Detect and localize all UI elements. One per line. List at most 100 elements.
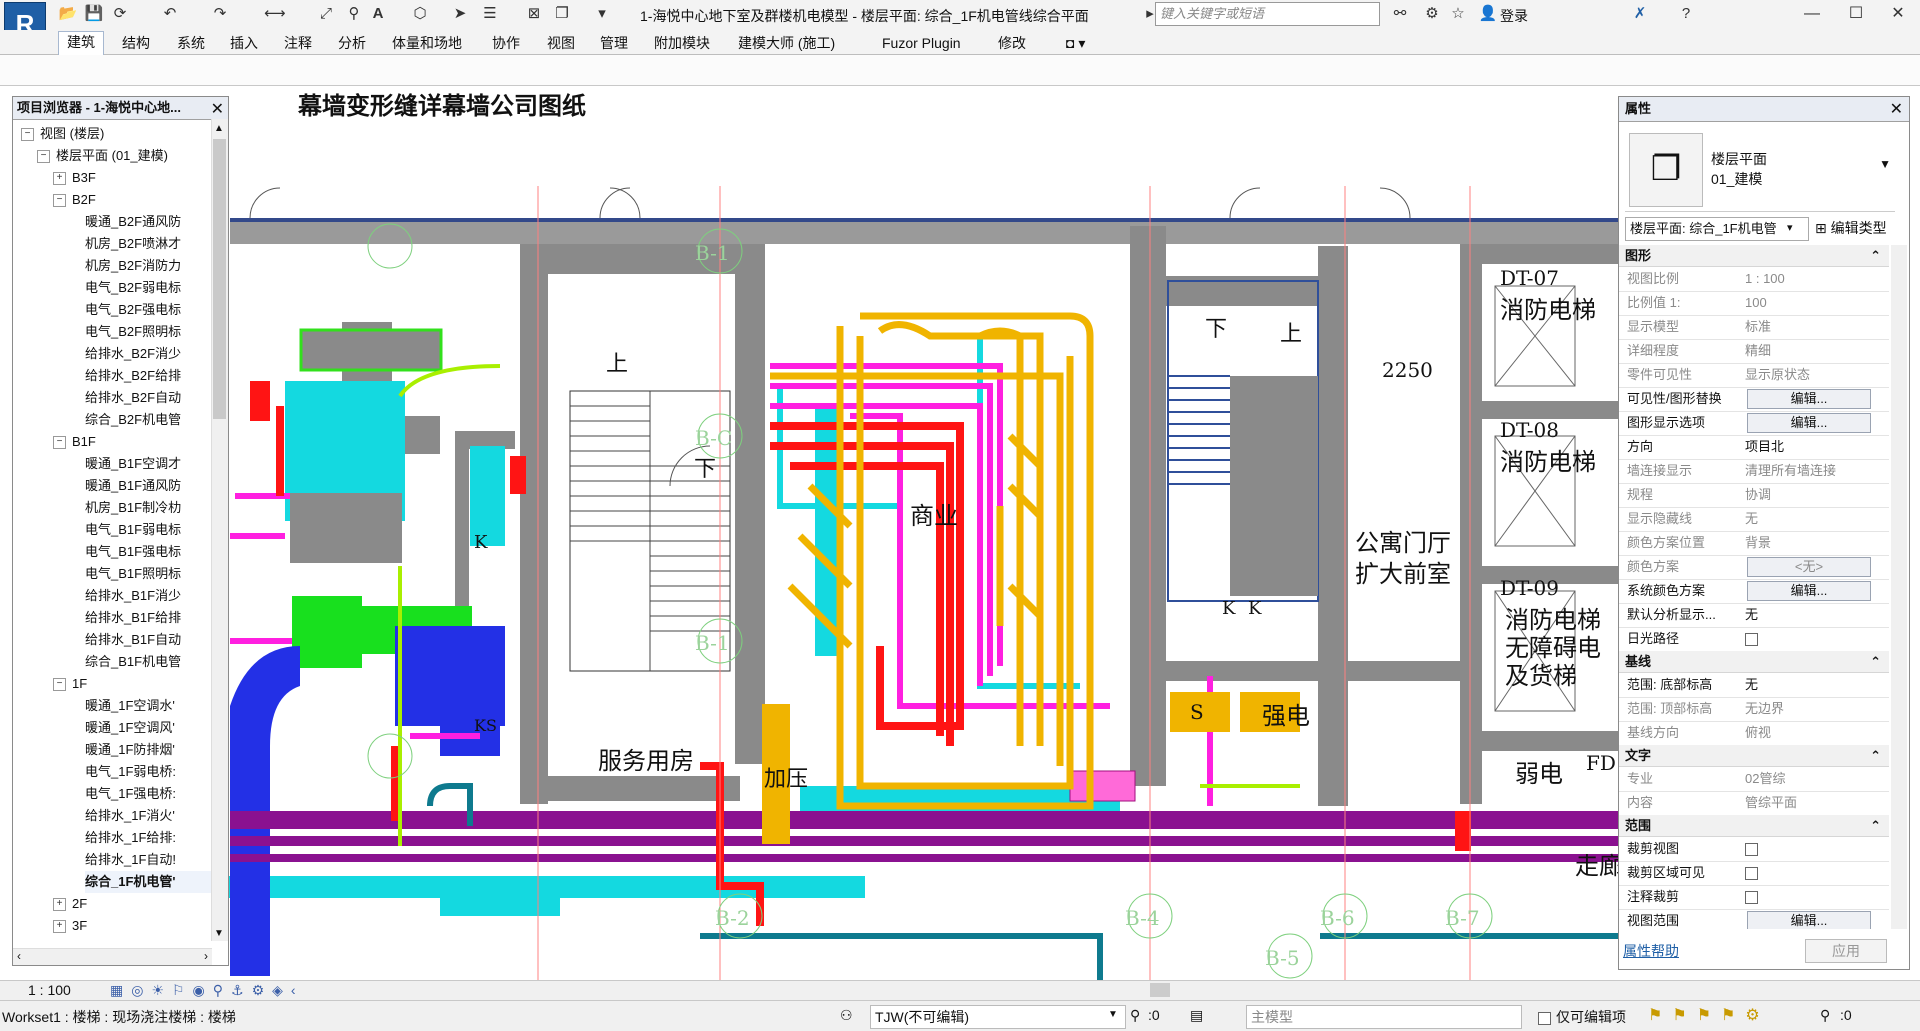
property-group-header[interactable]: 基线 ⌃ xyxy=(1619,651,1889,673)
property-group-header[interactable]: 文字 ⌃ xyxy=(1619,745,1889,767)
browser-item[interactable]: 电气_B1F强电标 xyxy=(85,541,212,563)
section-icon[interactable]: ➤ xyxy=(450,4,470,24)
browser-item[interactable]: + B3F xyxy=(53,167,212,189)
minimize-button[interactable]: — xyxy=(1790,0,1834,30)
property-checkbox[interactable] xyxy=(1745,885,1885,909)
collapse-icon[interactable]: ⌃ xyxy=(1870,245,1881,267)
user-icon[interactable]: 👤 xyxy=(1478,4,1498,24)
design-option-dropdown[interactable]: 主模型 xyxy=(1246,1005,1522,1029)
browser-item[interactable]: 给排水_1F消火' xyxy=(85,805,212,827)
tab-systems[interactable]: 系统 xyxy=(175,33,207,53)
browser-item[interactable]: 暖通_B2F通风防 xyxy=(85,211,212,233)
expand-icon[interactable]: + xyxy=(53,898,66,912)
filter-icon[interactable]: ⚲ xyxy=(1820,1007,1830,1024)
expand-icon[interactable]: + xyxy=(53,172,66,186)
3d-view-icon[interactable]: ⬡ xyxy=(410,4,430,24)
editing-requests-icon[interactable]: ⚲ xyxy=(1130,1007,1140,1024)
tab-collaborate[interactable]: 协作 xyxy=(490,33,522,53)
expand-icon[interactable]: + xyxy=(53,920,66,934)
type-selector[interactable]: ❐ 楼层平面 01_建模 ▼ xyxy=(1625,127,1895,212)
chevron-down-icon[interactable]: ▼ xyxy=(1108,1009,1118,1020)
view-control-icons[interactable]: ▦◎☀⚐◉⚲⚓⚙◈‹ xyxy=(110,982,304,999)
tab-modify[interactable]: 修改 xyxy=(996,33,1028,53)
customize-toolbar-icon[interactable]: ▾ xyxy=(592,4,612,24)
collapse-icon[interactable]: − xyxy=(53,678,66,692)
tab-addins[interactable]: 附加模块 xyxy=(652,33,712,53)
close-icon[interactable]: ✕ xyxy=(211,99,224,119)
properties-scrollbar[interactable] xyxy=(1891,245,1907,929)
text-icon[interactable]: A xyxy=(368,4,388,24)
selection-filter-icons[interactable]: ⚑⚑⚑⚑⚙ xyxy=(1648,1005,1770,1025)
browser-item[interactable]: 给排水_B1F消少 xyxy=(85,585,212,607)
save-icon[interactable]: 💾 xyxy=(84,4,104,24)
browser-item[interactable]: 电气_1F强电桥: xyxy=(85,783,212,805)
property-edit-button[interactable]: 编辑... xyxy=(1747,581,1871,601)
exchange-icon[interactable]: ✗ xyxy=(1630,4,1650,24)
property-edit-button[interactable]: 编辑... xyxy=(1747,911,1871,929)
view-scale[interactable]: 1 : 100 xyxy=(28,982,71,998)
browser-item[interactable]: − 楼层平面 (01_建模) xyxy=(37,145,212,167)
design-options-icon[interactable]: ▤ xyxy=(1190,1007,1203,1024)
close-hidden-icon[interactable]: ⊠ xyxy=(524,4,544,24)
canvas-scroll-thumb[interactable] xyxy=(1150,983,1170,997)
scroll-right-icon[interactable]: › xyxy=(204,949,208,963)
browser-horizontal-scrollbar[interactable]: ‹ › xyxy=(13,948,212,965)
scroll-thumb[interactable] xyxy=(213,139,226,419)
property-edit-button[interactable]: <无> xyxy=(1747,557,1871,577)
dimension-icon[interactable]: ⤢ xyxy=(316,4,336,24)
browser-item[interactable]: 机房_B1F制冷朸 xyxy=(85,497,212,519)
browser-item[interactable]: 给排水_B2F给排 xyxy=(85,365,212,387)
browser-item[interactable]: 电气_1F弱电桥: xyxy=(85,761,212,783)
edit-type-button[interactable]: ⊞ 编辑类型 xyxy=(1815,217,1887,239)
browser-item[interactable]: 电气_B1F照明标 xyxy=(85,563,212,585)
chevron-down-icon[interactable]: ▾ xyxy=(1787,221,1793,234)
properties-help-link[interactable]: 属性帮助 xyxy=(1623,941,1679,961)
browser-item[interactable]: 电气_B2F弱电标 xyxy=(85,277,212,299)
help-icon[interactable]: ? xyxy=(1676,4,1696,24)
property-edit-button[interactable]: 编辑... xyxy=(1747,413,1871,433)
login-link[interactable]: 登录 xyxy=(1500,6,1528,26)
tab-view[interactable]: 视图 xyxy=(545,33,577,53)
maximize-button[interactable]: ☐ xyxy=(1834,0,1878,30)
browser-item[interactable]: +2F xyxy=(53,893,212,915)
browser-item[interactable]: 给排水_1F给排: xyxy=(85,827,212,849)
editable-only-checkbox[interactable] xyxy=(1538,1009,1551,1025)
browser-item[interactable]: 暖通_B1F通风防 xyxy=(85,475,212,497)
tab-modeling-master[interactable]: 建模大师 (施工) xyxy=(736,33,837,53)
ribbon-display-toggle-icon[interactable]: ◘ ▾ xyxy=(1064,33,1087,53)
tab-structure[interactable]: 结构 xyxy=(120,33,152,53)
instance-selector[interactable]: 楼层平面: 综合_1F机电管 xyxy=(1625,217,1809,241)
tab-annotate[interactable]: 注释 xyxy=(282,33,314,53)
browser-item[interactable]: +3F xyxy=(53,915,212,937)
browser-item[interactable]: − 视图 (楼层) xyxy=(21,123,212,145)
browser-item[interactable]: 给排水_B2F消少 xyxy=(85,343,212,365)
close-window-button[interactable]: ✕ xyxy=(1876,0,1920,30)
scroll-down-icon[interactable]: ▼ xyxy=(214,928,224,939)
collapse-icon[interactable]: − xyxy=(53,436,66,450)
tab-massing-site[interactable]: 体量和场地 xyxy=(390,33,464,53)
collapse-icon[interactable]: − xyxy=(37,150,50,164)
browser-item[interactable]: −1F xyxy=(53,673,212,695)
measure-icon[interactable]: ⟷ xyxy=(264,4,286,24)
switch-windows-icon[interactable]: ❐ xyxy=(552,4,572,24)
apply-button[interactable]: 应用 xyxy=(1805,939,1887,963)
browser-item[interactable]: 综合_1F机电管' xyxy=(85,871,212,893)
scroll-left-icon[interactable]: ‹ xyxy=(17,949,21,963)
browser-item[interactable]: 暖通_1F空调水' xyxy=(85,695,212,717)
close-icon[interactable]: ✕ xyxy=(1890,99,1903,119)
browser-item[interactable]: 电气_B1F弱电标 xyxy=(85,519,212,541)
binoculars-icon[interactable]: ⚯ xyxy=(1390,4,1410,24)
tab-manage[interactable]: 管理 xyxy=(598,33,630,53)
collapse-icon[interactable]: ⌃ xyxy=(1870,651,1881,673)
browser-item[interactable]: 综合_B2F机电管 xyxy=(85,409,212,431)
tab-architecture[interactable]: 建筑 xyxy=(58,31,104,56)
browser-item[interactable]: 给排水_B1F给排 xyxy=(85,607,212,629)
property-checkbox[interactable] xyxy=(1745,861,1885,885)
open-icon[interactable]: 📂 xyxy=(58,4,78,24)
sync-icon[interactable]: ⟳ xyxy=(110,4,130,24)
browser-item[interactable]: 综合_B1F机电管 xyxy=(85,651,212,673)
browser-item[interactable]: 给排水_B1F自动 xyxy=(85,629,212,651)
tab-analyze[interactable]: 分析 xyxy=(336,33,368,53)
chevron-down-icon[interactable]: ▼ xyxy=(1879,157,1891,171)
browser-vertical-scrollbar[interactable]: ▲ ▼ xyxy=(211,119,228,941)
